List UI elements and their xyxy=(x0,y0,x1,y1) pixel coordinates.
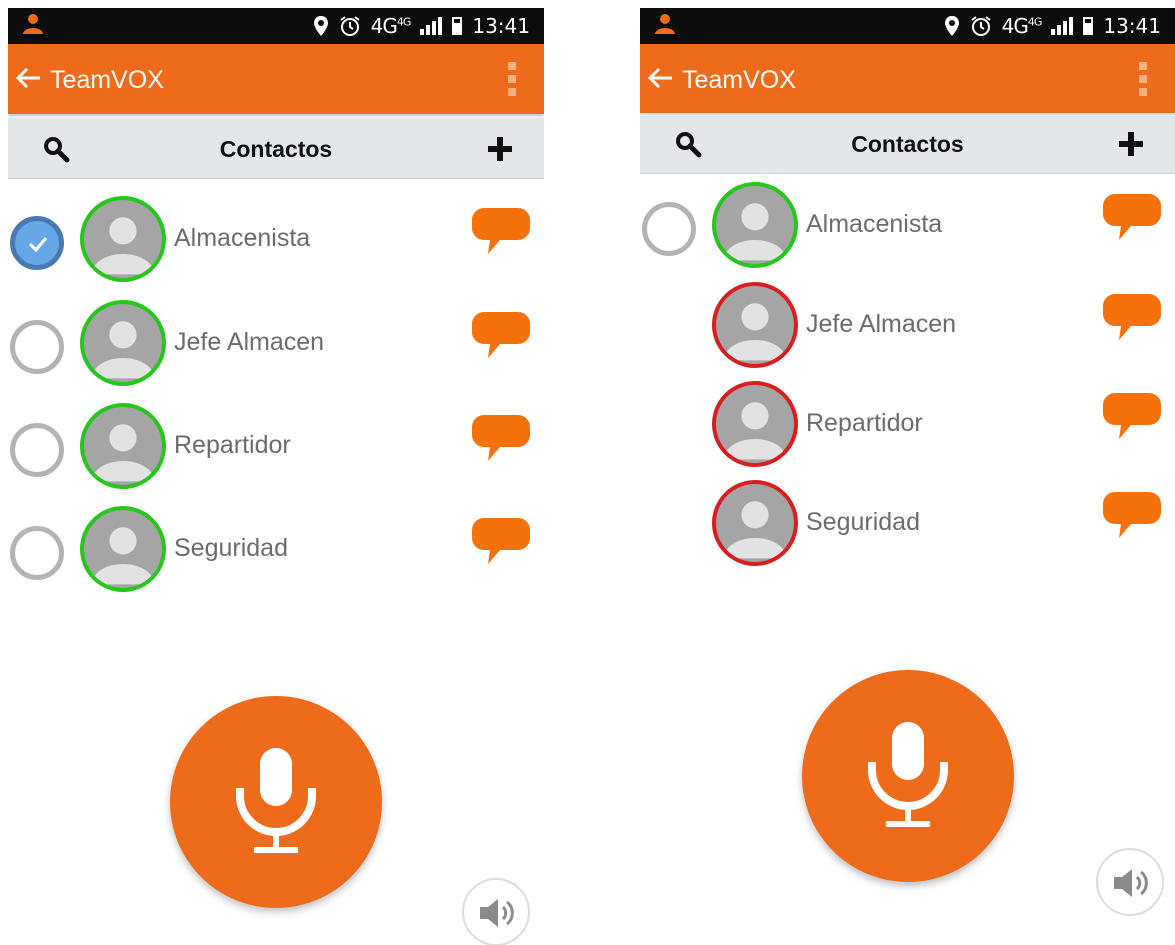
add-icon[interactable] xyxy=(1117,130,1145,158)
microphone-icon xyxy=(236,748,316,853)
app-bar: TeamVOX xyxy=(640,44,1175,114)
app-bar: TeamVOX xyxy=(8,44,544,114)
person-notification-icon xyxy=(23,14,43,34)
location-icon xyxy=(313,16,328,36)
contact-name: Jefe Almacen xyxy=(806,310,957,338)
contact-row[interactable]: Jefe Almacen xyxy=(640,276,1175,368)
battery-icon xyxy=(1083,17,1094,35)
avatar xyxy=(712,182,798,268)
contact-name: Repartidor xyxy=(174,431,291,459)
contact-row[interactable]: Seguridad xyxy=(8,500,544,592)
person-icon xyxy=(91,527,155,585)
person-icon xyxy=(91,217,155,275)
status-bar: 4G4G 13:41 xyxy=(8,8,544,44)
location-icon xyxy=(944,16,959,36)
select-checkbox[interactable] xyxy=(10,423,64,477)
app-title: TeamVOX xyxy=(50,66,164,94)
person-icon xyxy=(723,402,787,460)
avatar xyxy=(80,403,166,489)
select-checkbox[interactable] xyxy=(10,526,64,580)
contact-name: Repartidor xyxy=(806,409,923,437)
contact-name: Almacenista xyxy=(174,224,311,252)
network-type: 4G4G xyxy=(1001,14,1043,38)
chat-bubble-icon[interactable] xyxy=(1101,389,1163,443)
status-bar: 4G4G 13:41 xyxy=(640,8,1175,44)
person-notification-icon xyxy=(655,14,675,34)
add-icon[interactable] xyxy=(486,135,514,163)
push-to-talk-button[interactable] xyxy=(802,670,1014,882)
microphone-icon xyxy=(868,722,948,827)
chat-bubble-icon[interactable] xyxy=(1101,190,1163,244)
contact-row[interactable]: Almacenista xyxy=(640,176,1175,268)
contact-name: Almacenista xyxy=(806,210,943,238)
network-type: 4G4G xyxy=(370,14,412,38)
person-icon xyxy=(91,321,155,379)
contact-row[interactable]: Jefe Almacen xyxy=(8,294,544,386)
contacts-toolbar: Contactos xyxy=(8,118,544,179)
chat-bubble-icon[interactable] xyxy=(470,204,532,258)
signal-icon xyxy=(420,17,443,35)
status-time: 13:41 xyxy=(472,14,530,38)
contact-name: Seguridad xyxy=(806,508,920,536)
push-to-talk-button[interactable] xyxy=(170,696,382,908)
phone-screen-left: 4G4G 13:41 TeamVOX Contactos Almacenista… xyxy=(8,0,544,945)
battery-icon xyxy=(452,17,463,35)
chat-bubble-icon[interactable] xyxy=(1101,488,1163,542)
phone-screen-right: 4G4G 13:41 TeamVOX Contactos Almacenista… xyxy=(640,0,1175,945)
page-title: Contactos xyxy=(219,136,333,162)
select-checkbox[interactable] xyxy=(10,216,64,270)
speaker-icon xyxy=(480,899,514,927)
signal-icon xyxy=(1051,17,1074,35)
person-icon xyxy=(91,424,155,482)
back-arrow-icon[interactable] xyxy=(642,60,678,96)
back-arrow-icon[interactable] xyxy=(10,60,46,96)
check-icon xyxy=(28,237,48,253)
person-icon xyxy=(723,501,787,559)
select-checkbox[interactable] xyxy=(642,202,696,256)
app-title: TeamVOX xyxy=(682,66,796,94)
contact-name: Jefe Almacen xyxy=(174,328,325,356)
chat-bubble-icon[interactable] xyxy=(1101,290,1163,344)
person-icon xyxy=(723,303,787,361)
status-time: 13:41 xyxy=(1103,14,1161,38)
speaker-icon xyxy=(1114,869,1148,897)
alarm-icon xyxy=(970,16,991,36)
person-icon xyxy=(723,203,787,261)
avatar xyxy=(80,196,166,282)
select-checkbox[interactable] xyxy=(10,320,64,374)
avatar xyxy=(712,480,798,566)
overflow-menu-icon[interactable] xyxy=(1139,62,1147,96)
chat-bubble-icon[interactable] xyxy=(470,308,532,362)
contacts-toolbar: Contactos xyxy=(640,113,1175,174)
avatar xyxy=(80,300,166,386)
contact-name: Seguridad xyxy=(174,534,288,562)
contact-row[interactable]: Almacenista xyxy=(8,190,544,282)
chat-bubble-icon[interactable] xyxy=(470,514,532,568)
contact-row[interactable]: Repartidor xyxy=(8,397,544,489)
alarm-icon xyxy=(339,16,360,36)
page-title: Contactos xyxy=(851,131,964,157)
contact-row[interactable]: Repartidor xyxy=(640,375,1175,467)
overflow-menu-icon[interactable] xyxy=(508,62,516,96)
avatar xyxy=(712,282,798,368)
contact-row[interactable]: Seguridad xyxy=(640,474,1175,566)
speaker-button[interactable] xyxy=(1096,848,1164,916)
avatar xyxy=(712,381,798,467)
avatar xyxy=(80,506,166,592)
chat-bubble-icon[interactable] xyxy=(470,411,532,465)
speaker-button[interactable] xyxy=(462,878,530,945)
